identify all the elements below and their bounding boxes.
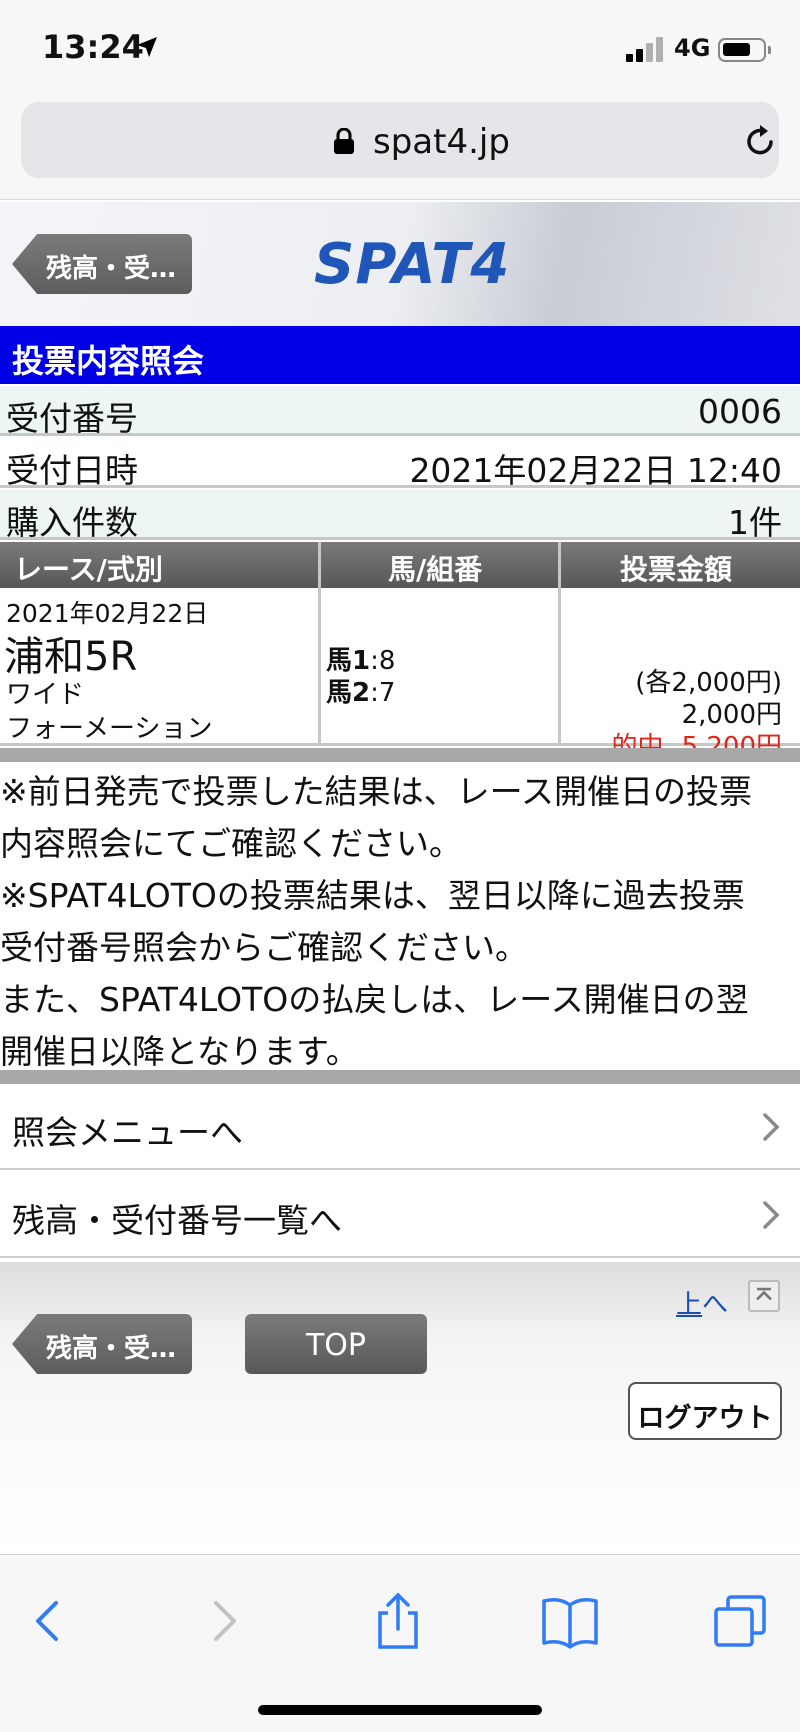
address-bar[interactable]: spat4.jp (21, 102, 779, 178)
scroll-top-icon[interactable] (748, 1280, 780, 1312)
page-title: 投票内容照会 (12, 342, 205, 380)
horse-2: 馬2:7 (326, 672, 395, 709)
top-button[interactable]: TOP (245, 1314, 427, 1374)
column-divider (558, 542, 561, 746)
info-row-receipt-datetime: 受付日時 2021年02月22日 12:40 (0, 438, 800, 490)
note-line: 受付番号照会からご確認ください。 (0, 928, 528, 967)
menu-item-inquiry[interactable]: 照会メニューへ (0, 1084, 800, 1170)
bet-type: ワイド (6, 680, 85, 710)
back-to-balance-button[interactable]: 残高・受… (12, 234, 192, 294)
info-label: 受付日時 (6, 451, 138, 490)
section-divider (0, 748, 800, 762)
note-line: ※前日発売で投票した結果は、レース開催日の投票 (0, 772, 753, 811)
spat4-logo[interactable]: SPAT4 (314, 232, 510, 297)
url-text[interactable]: spat4.jp (373, 122, 510, 162)
info-label: 購入件数 (6, 503, 138, 542)
col-header-amount: 投票金額 (620, 553, 733, 586)
forward-arrow-icon[interactable] (194, 1591, 254, 1651)
menu-item-label: 照会メニューへ (12, 1113, 243, 1152)
info-value: 1件 (728, 503, 782, 542)
info-row-purchase-count: 購入件数 1件 (0, 490, 800, 542)
chevron-right-icon (763, 1113, 780, 1141)
bet-method: フォーメーション (6, 714, 213, 744)
chevron-right-icon (763, 1201, 780, 1229)
note-line: ※SPAT4LOTOの投票結果は、翌日以降に過去投票 (0, 876, 745, 915)
notes-text: ※前日発売で投票した結果は、レース開催日の投票 内容照会にてご確認ください。 ※… (0, 766, 800, 1078)
browser-toolbar (0, 1554, 800, 1732)
tabs-icon[interactable] (710, 1591, 770, 1651)
bet-table-header: レース/式別 馬/組番 投票金額 (0, 542, 800, 588)
network-type: 4G (674, 34, 711, 62)
menu-item-label: 残高・受付番号一覧へ (12, 1201, 342, 1240)
footer-back-button[interactable]: 残高・受… (12, 1314, 192, 1374)
top-link-suffix: へ (702, 1290, 729, 1320)
share-icon[interactable] (368, 1591, 428, 1651)
browser-address-area: spat4.jp (0, 100, 800, 200)
top-button-label: TOP (305, 1328, 367, 1363)
info-value: 2021年02月22日 12:40 (409, 451, 782, 490)
back-button-label: 残高・受… (46, 1334, 177, 1364)
bet-table: レース/式別 馬/組番 投票金額 2021年02月22日 浦和5R ワイド フォ… (0, 542, 800, 762)
back-arrow-icon[interactable] (18, 1591, 78, 1651)
back-to-top-link[interactable]: 上へ (676, 1284, 728, 1321)
page-footer: 上へ 残高・受… TOP ログアウト (0, 1262, 800, 1554)
col-header-race: レース/式別 (14, 553, 163, 586)
menu-item-balance-list[interactable]: 残高・受付番号一覧へ (0, 1172, 800, 1258)
status-time: 13:24 (42, 28, 144, 66)
horse-2-label: 馬2 (326, 678, 371, 708)
top-link-prefix: 上 (676, 1290, 703, 1320)
signal-strength-icon (626, 36, 666, 62)
bet-table-row: 2021年02月22日 浦和5R ワイド フォーメーション 馬1:8 馬2:7 … (0, 588, 800, 762)
status-bar: 13:24 4G (0, 0, 800, 100)
bookmarks-icon[interactable] (540, 1591, 600, 1651)
info-label: 受付番号 (6, 399, 138, 438)
location-arrow-icon (137, 37, 157, 57)
section-divider (0, 1070, 800, 1084)
logout-button[interactable]: ログアウト (628, 1382, 782, 1440)
col-header-horse: 馬/組番 (388, 553, 483, 586)
reload-icon[interactable] (741, 122, 779, 160)
lock-icon (334, 128, 354, 154)
column-divider (318, 542, 321, 746)
home-indicator (258, 1705, 542, 1715)
note-line: 内容照会にてご確認ください。 (0, 824, 462, 863)
note-line: また、SPAT4LOTOの払戻しは、レース開催日の翌 (0, 980, 749, 1019)
logout-label: ログアウト (637, 1403, 773, 1434)
back-button-label: 残高・受… (46, 254, 177, 284)
horse-2-value: :7 (370, 678, 396, 708)
info-value: 0006 (698, 392, 782, 431)
page-title-bar: 投票内容照会 (0, 326, 800, 384)
battery-icon (718, 38, 771, 62)
site-header: 残高・受… SPAT4 (0, 202, 800, 326)
info-row-receipt-number: 受付番号 0006 (0, 386, 800, 438)
